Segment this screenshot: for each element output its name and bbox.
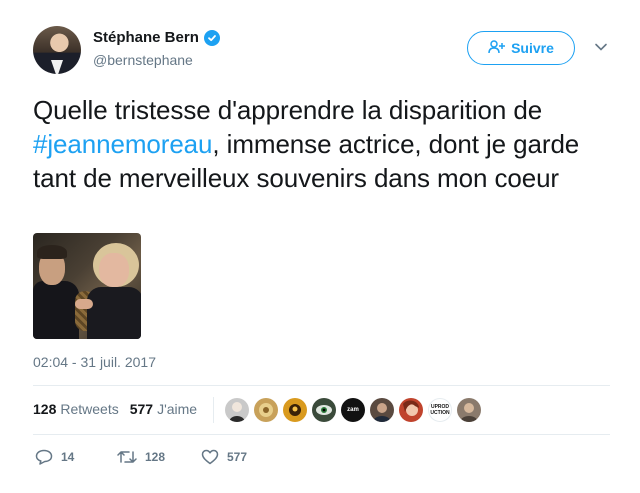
liker-avatar[interactable] (283, 398, 307, 422)
likers-avatars: zam UPROD UCTION (225, 398, 486, 422)
liker-avatar-text: zam (347, 407, 359, 413)
verified-badge-icon (203, 29, 220, 46)
retweet-action[interactable]: 128 (117, 449, 201, 465)
heart-icon (201, 449, 219, 465)
retweets-label[interactable]: Retweets (60, 401, 118, 417)
tweet-actions: 14 128 577 (35, 449, 247, 465)
divider-bottom (33, 434, 610, 435)
liker-avatar[interactable]: UPROD UCTION (428, 398, 452, 422)
avatar-shirt (51, 60, 63, 74)
photo-figure-left-body (33, 281, 79, 339)
author-name-row: Stéphane Bern (93, 29, 220, 46)
follow-button-label: Suivre (511, 40, 554, 56)
retweet-count: 128 (145, 450, 166, 464)
liker-avatar[interactable] (457, 398, 481, 422)
author-display-name[interactable]: Stéphane Bern (93, 29, 199, 46)
follow-button[interactable]: Suivre (467, 31, 575, 65)
liker-avatar[interactable] (399, 398, 423, 422)
likes-count[interactable]: 577 (130, 401, 153, 417)
reply-action[interactable]: 14 (35, 449, 117, 465)
photo-figure-right-body (87, 287, 141, 339)
author-handle[interactable]: @bernstephane (93, 52, 193, 68)
liker-avatar[interactable] (225, 398, 249, 422)
liker-avatar[interactable] (312, 398, 336, 422)
chevron-down-icon[interactable] (594, 40, 608, 54)
like-action[interactable]: 577 (201, 449, 247, 465)
liker-avatar-text: UPROD UCTION (430, 404, 450, 416)
avatar[interactable] (33, 26, 81, 74)
tweet-timestamp[interactable]: 02:04 - 31 juil. 2017 (33, 354, 156, 370)
retweets-count[interactable]: 128 (33, 401, 56, 417)
reply-count: 14 (61, 450, 75, 464)
liker-avatar[interactable] (254, 398, 278, 422)
reply-icon (35, 449, 53, 465)
hashtag-link[interactable]: #jeannemoreau (33, 129, 213, 159)
divider-top (33, 385, 610, 386)
tweet-card: Stéphane Bern @bernstephane Suivre Quell… (0, 0, 640, 493)
photo-figure-left-hair (37, 245, 67, 259)
tweet-photo[interactable] (33, 233, 141, 339)
photo-figure-right-face (99, 253, 129, 287)
photo-hand (75, 299, 93, 309)
stats-separator (213, 397, 214, 423)
retweet-icon (117, 449, 137, 465)
liker-avatar[interactable] (370, 398, 394, 422)
like-count: 577 (227, 450, 248, 464)
liker-avatar[interactable]: zam (341, 398, 365, 422)
likes-label[interactable]: J'aime (157, 401, 197, 417)
tweet-text: Quelle tristesse d'apprendre la disparit… (33, 93, 613, 195)
tweet-text-part-1: Quelle tristesse d'apprendre la disparit… (33, 95, 543, 125)
add-user-icon (488, 39, 506, 57)
tweet-stats: 128 Retweets 577 J'aime (33, 401, 197, 417)
